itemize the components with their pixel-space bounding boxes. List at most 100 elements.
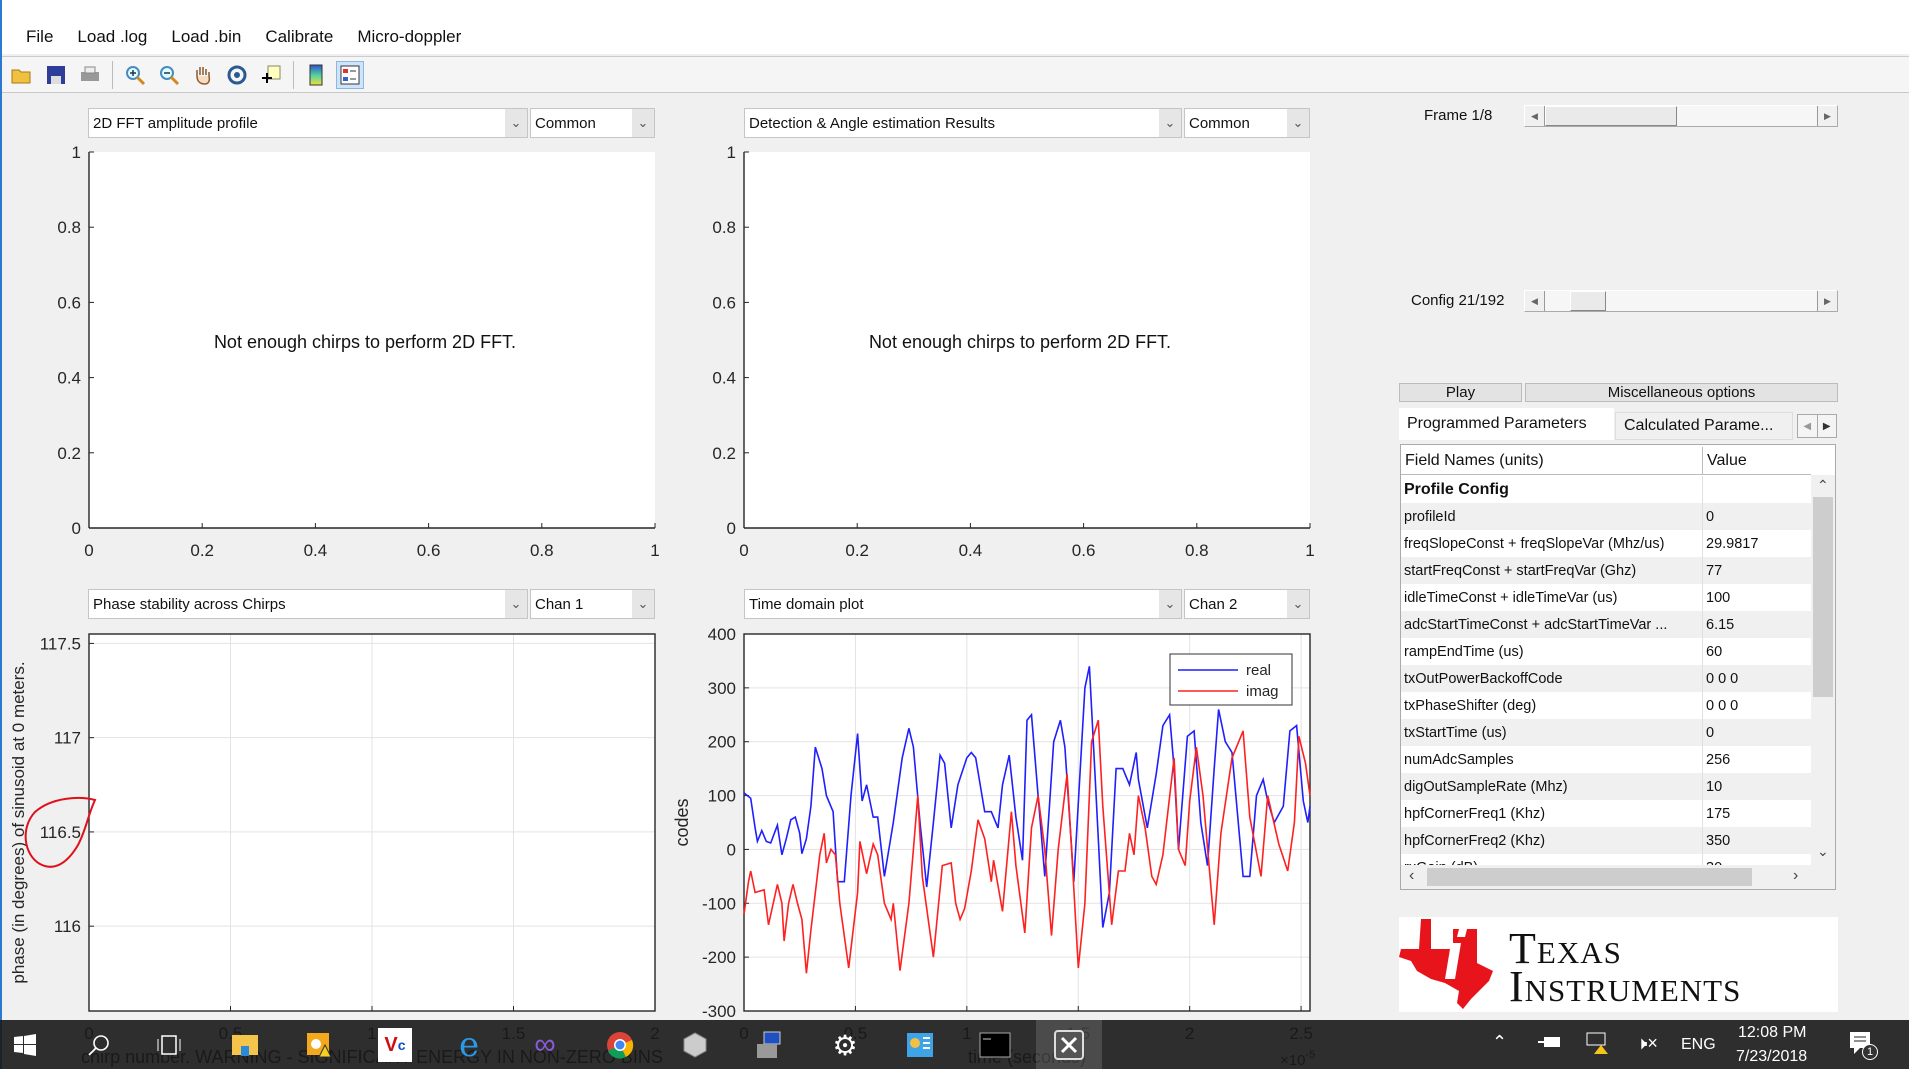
field-name-cell: freqSlopeConst + freqSlopeVar (Mhz/us) [1401, 530, 1703, 557]
search-icon[interactable] [82, 1028, 116, 1062]
command-prompt-icon[interactable] [978, 1028, 1012, 1062]
column-header-field[interactable]: Field Names (units) [1401, 447, 1703, 475]
y-tick-label: 1 [727, 143, 736, 162]
outlook-icon[interactable] [302, 1028, 336, 1062]
field-name-cell: adcStartTimeConst + adcStartTimeVar ... [1401, 611, 1703, 638]
table-row[interactable]: startFreqConst + startFreqVar (Ghz) 77 [1401, 557, 1811, 584]
x-tick-label: 0.2 [190, 541, 214, 560]
table-row[interactable]: profileId 0 [1401, 503, 1811, 530]
y-tick-label: 0.8 [712, 218, 736, 237]
field-name-cell: idleTimeConst + idleTimeVar (us) [1401, 584, 1703, 611]
table-row[interactable]: hpfCornerFreq1 (Khz) 175 [1401, 800, 1811, 827]
tab-scroll-right-icon[interactable]: ▶ [1818, 415, 1837, 437]
horizontal-scrollbar-thumb[interactable] [1427, 868, 1752, 886]
value-cell: 0 [1706, 724, 1715, 741]
y-tick-label: 1 [72, 143, 81, 162]
frame-slider[interactable]: ◀ ▶ [1524, 105, 1838, 127]
vertical-scrollbar[interactable]: ⌃ ⌄ [1811, 475, 1835, 865]
x-tick-label: 1 [1305, 541, 1314, 560]
control-panel-icon[interactable] [903, 1028, 937, 1062]
settings-gear-icon[interactable]: ⚙ [828, 1028, 862, 1062]
tab-calculated-parameters[interactable]: Calculated Parame... [1615, 412, 1793, 440]
frame-slider-thumb[interactable] [1545, 106, 1677, 126]
value-cell: 60 [1706, 643, 1723, 660]
tray-expand-icon[interactable]: ⌃ [1492, 1032, 1507, 1053]
slider-right-arrow-icon[interactable]: ▶ [1817, 291, 1837, 311]
y-tick-label: 0.6 [57, 293, 81, 312]
ti-logo-text-2: Instruments [1509, 962, 1742, 1011]
x-tick-label: 1 [650, 541, 659, 560]
value-cell: 6.15 [1706, 616, 1735, 633]
field-name-cell: profileId [1401, 503, 1703, 530]
taskbar: Vc e ∞ ⚙ ⌃ 🕨× ENG 12:08 PM 7/23/2018 1 [0, 1020, 1909, 1069]
table-row[interactable]: numAdcSamples 256 [1401, 746, 1811, 773]
vnc-icon[interactable]: Vc [378, 1028, 412, 1062]
network-warning-icon[interactable] [1586, 1031, 1610, 1060]
slider-left-arrow-icon[interactable]: ◀ [1525, 106, 1545, 126]
y-tick-label: -100 [702, 894, 736, 913]
clock-date[interactable]: 7/23/2018 [1736, 1048, 1807, 1066]
field-name-cell: numAdcSamples [1401, 746, 1703, 773]
tab-scroll-left-icon[interactable]: ◀ [1798, 415, 1818, 437]
field-name-cell: txPhaseShifter (deg) [1401, 692, 1703, 719]
scroll-left-icon[interactable]: ‹ [1409, 867, 1414, 885]
config-slider[interactable]: ◀ ▶ [1524, 290, 1838, 312]
battery-icon[interactable] [1538, 1034, 1562, 1055]
ti-logo: Texas Instruments [1399, 917, 1838, 1012]
p2-message: Not enough chirps to perform 2D FFT. [869, 332, 1171, 352]
y-tick-label: 0 [72, 519, 81, 538]
y-tick-label: 400 [708, 625, 736, 644]
table-row[interactable]: hpfCornerFreq2 (Khz) 350 [1401, 827, 1811, 854]
action-center-icon[interactable]: 1 [1848, 1030, 1878, 1060]
y-tick-label: 0.6 [712, 293, 736, 312]
table-row[interactable]: txPhaseShifter (deg) 0 0 0 [1401, 692, 1811, 719]
value-cell: 175 [1706, 805, 1731, 822]
p1-message: Not enough chirps to perform 2D FFT. [214, 332, 516, 352]
scroll-down-icon[interactable]: ⌄ [1817, 843, 1829, 860]
slider-right-arrow-icon[interactable]: ▶ [1817, 106, 1837, 126]
table-row[interactable]: digOutSampleRate (Mhz) 10 [1401, 773, 1811, 800]
volume-muted-icon[interactable]: 🕨× [1636, 1033, 1658, 1054]
horizontal-scrollbar[interactable]: ‹ › [1401, 865, 1835, 889]
x-tick-label: 0.8 [530, 541, 554, 560]
chrome-icon[interactable] [603, 1028, 637, 1062]
computer-toolbox-icon[interactable] [752, 1028, 786, 1062]
clock-time[interactable]: 12:08 PM [1738, 1024, 1806, 1042]
windows-start-icon[interactable] [8, 1028, 42, 1062]
table-row[interactable]: adcStartTimeConst + adcStartTimeVar ... 6… [1401, 611, 1811, 638]
table-row[interactable]: txStartTime (us) 0 [1401, 719, 1811, 746]
misc-options-tab[interactable]: Miscellaneous options [1525, 383, 1838, 402]
y-axis-label: codes [672, 798, 692, 846]
language-indicator[interactable]: ENG [1681, 1036, 1716, 1054]
tab-programmed-parameters[interactable]: Programmed Parameters [1399, 408, 1614, 440]
y-axis-label: phase (in degrees) of sinusoid at 0 mete… [9, 661, 28, 983]
column-header-value[interactable]: Value [1703, 447, 1811, 475]
table-row[interactable]: Profile Config [1401, 476, 1811, 503]
visual-studio-icon[interactable]: ∞ [528, 1028, 562, 1062]
value-cell: 100 [1706, 589, 1731, 606]
table-row[interactable]: idleTimeConst + idleTimeVar (us) 100 [1401, 584, 1811, 611]
y-tick-label: 300 [708, 679, 736, 698]
table-row[interactable]: rampEndTime (us) 60 [1401, 638, 1811, 665]
value-cell: 256 [1706, 751, 1731, 768]
field-name-cell: digOutSampleRate (Mhz) [1401, 773, 1703, 800]
y-tick-label: -300 [702, 1002, 736, 1021]
config-slider-thumb[interactable] [1569, 291, 1606, 311]
x-tick-label: 0.8 [1185, 541, 1209, 560]
matlab-app-icon[interactable] [1036, 1020, 1102, 1069]
table-row[interactable]: freqSlopeConst + freqSlopeVar (Mhz/us) 29… [1401, 530, 1811, 557]
task-view-icon[interactable] [152, 1028, 186, 1062]
file-explorer-icon[interactable] [228, 1028, 262, 1062]
vertical-scrollbar-thumb[interactable] [1813, 497, 1833, 697]
cube-app-icon[interactable] [678, 1028, 712, 1062]
play-tab[interactable]: Play [1399, 383, 1522, 402]
value-cell: 0 [1706, 508, 1715, 525]
internet-explorer-icon[interactable]: e [452, 1025, 486, 1065]
field-name-cell: rampEndTime (us) [1401, 638, 1703, 665]
scroll-up-icon[interactable]: ⌃ [1817, 477, 1829, 494]
slider-left-arrow-icon[interactable]: ◀ [1525, 291, 1545, 311]
y-tick-label: 200 [708, 733, 736, 752]
x-tick-label: 0.4 [304, 541, 328, 560]
scroll-right-icon[interactable]: › [1793, 867, 1798, 885]
table-row[interactable]: txOutPowerBackoffCode 0 0 0 [1401, 665, 1811, 692]
